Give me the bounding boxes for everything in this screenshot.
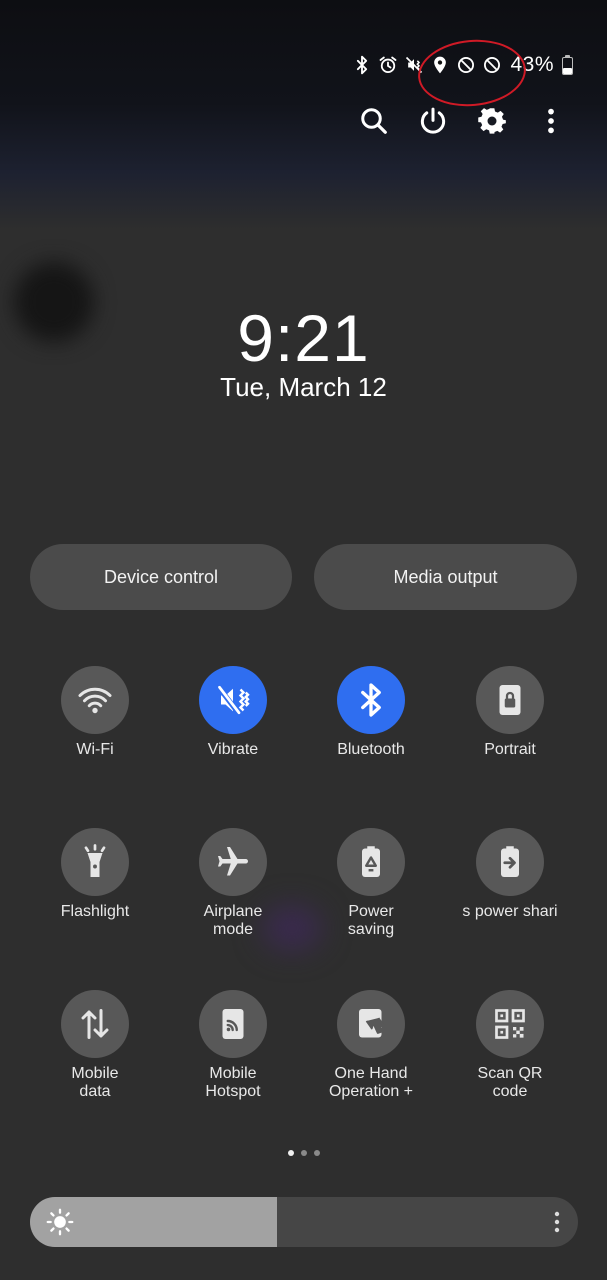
one-hand-icon <box>359 1009 386 1038</box>
tile-mobile-data[interactable]: Mobile data <box>26 990 164 1101</box>
more-vert-icon <box>548 108 554 134</box>
power-icon <box>420 107 446 134</box>
tile-label: Mobile Hotspot <box>205 1065 261 1100</box>
wifi-icon <box>78 687 112 714</box>
tile-label: Flashlight <box>60 903 130 920</box>
clock-date[interactable]: Tue, March 12 <box>0 370 607 404</box>
tile-label: Power saving <box>347 903 395 938</box>
device-control-button[interactable]: Device control <box>30 544 292 610</box>
bluetooth-icon <box>361 683 381 717</box>
tile-scan-qr-code[interactable]: Scan QR code <box>441 990 579 1101</box>
tile-wifi[interactable]: Wi-Fi <box>26 666 164 759</box>
tile-scan-qr-code-circle <box>476 990 544 1058</box>
tile-wireless-power-share[interactable]: s power shari <box>441 828 579 921</box>
wireless-power-share-icon <box>501 846 519 877</box>
tile-label: Wi-Fi <box>76 741 114 758</box>
tile-airplane-mode[interactable]: Airplane mode <box>164 828 302 939</box>
power-saving-icon <box>362 846 380 877</box>
page-indicator <box>0 1150 607 1156</box>
page-dot[interactable] <box>313 1150 320 1156</box>
panel-actions <box>358 103 567 139</box>
tile-mobile-data-circle <box>61 990 129 1058</box>
tile-vibrate[interactable]: Vibrate <box>164 666 302 759</box>
bluetooth-icon <box>352 55 372 75</box>
tile-vibrate-circle <box>199 666 267 734</box>
tile-label: Bluetooth <box>337 741 405 758</box>
tile-bluetooth[interactable]: Bluetooth <box>302 666 440 759</box>
tile-label: s power shari <box>462 903 558 920</box>
media-output-button[interactable]: Media output <box>314 544 577 610</box>
airplane-icon <box>218 847 248 876</box>
tile-flashlight-circle <box>61 828 129 896</box>
flashlight-icon <box>84 844 106 877</box>
tile-one-hand-operation[interactable]: One Hand Operation + <box>302 990 440 1101</box>
mobile-data-icon <box>81 1009 109 1039</box>
portrait-lock-icon <box>499 685 521 715</box>
tile-one-hand-operation-circle <box>337 990 405 1058</box>
page-dot[interactable] <box>287 1150 294 1156</box>
tile-label: Airplane mode <box>203 903 263 938</box>
tile-flashlight[interactable]: Flashlight <box>26 828 164 921</box>
clock-time[interactable]: 9:21 <box>0 300 607 376</box>
more-vert-icon[interactable] <box>550 1209 564 1235</box>
tile-portrait[interactable]: Portrait <box>441 666 579 759</box>
qr-code-icon <box>495 1009 525 1039</box>
tile-mobile-hotspot-circle <box>199 990 267 1058</box>
battery-level <box>563 68 572 74</box>
battery-icon <box>562 55 573 75</box>
settings-button[interactable] <box>476 103 508 139</box>
tile-label: Portrait <box>484 741 536 758</box>
vibrate-icon <box>216 685 250 715</box>
more-options-button[interactable] <box>535 103 567 139</box>
tile-power-saving[interactable]: Power saving <box>302 828 440 939</box>
brightness-slider[interactable] <box>30 1197 578 1247</box>
tile-bluetooth-circle <box>337 666 405 734</box>
tile-label: One Hand Operation + <box>328 1065 414 1100</box>
search-icon <box>361 108 387 134</box>
tile-label: Vibrate <box>207 741 259 758</box>
hotspot-icon <box>222 1009 244 1039</box>
page-dot[interactable] <box>300 1150 307 1156</box>
tile-mobile-hotspot[interactable]: Mobile Hotspot <box>164 990 302 1101</box>
tile-portrait-circle <box>476 666 544 734</box>
power-button[interactable] <box>417 103 449 139</box>
brightness-icon <box>46 1208 74 1236</box>
search-button[interactable] <box>358 103 390 139</box>
tile-wireless-power-share-circle <box>476 828 544 896</box>
tile-label: Scan QR code <box>477 1065 543 1100</box>
tile-label: Mobile data <box>71 1065 119 1100</box>
gear-icon <box>478 108 506 134</box>
tile-wifi-circle <box>61 666 129 734</box>
tile-airplane-mode-circle <box>199 828 267 896</box>
tile-power-saving-circle <box>337 828 405 896</box>
alarm-icon <box>378 55 398 75</box>
